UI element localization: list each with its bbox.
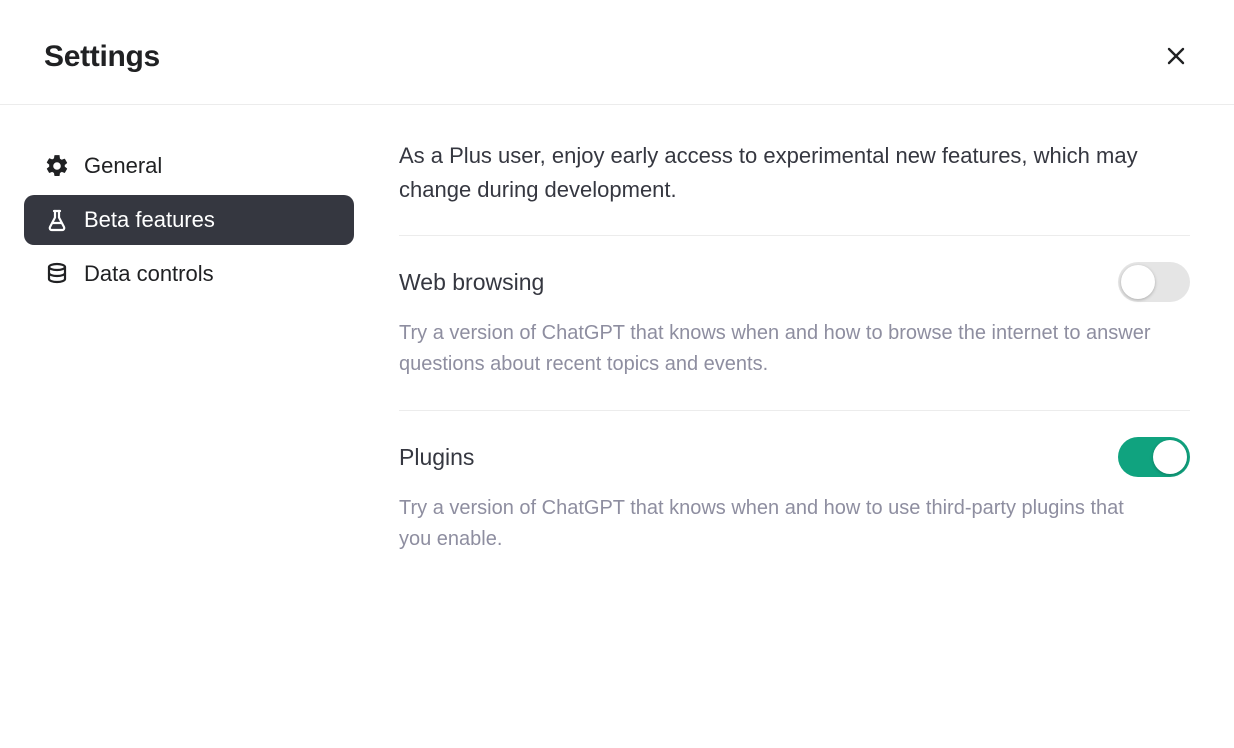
feature-header: Web browsing: [399, 262, 1190, 302]
toggle-knob: [1153, 440, 1187, 474]
sidebar-item-label: Beta features: [84, 207, 215, 233]
feature-title: Web browsing: [399, 269, 544, 296]
modal-header: Settings: [0, 0, 1234, 105]
feature-title: Plugins: [399, 444, 474, 471]
feature-description: Try a version of ChatGPT that knows when…: [399, 318, 1159, 380]
toggle-knob: [1121, 265, 1155, 299]
settings-content: As a Plus user, enjoy early access to ex…: [379, 135, 1190, 748]
sidebar-item-data-controls[interactable]: Data controls: [24, 249, 354, 299]
sidebar-item-label: Data controls: [84, 261, 214, 287]
feature-plugins: Plugins Try a version of ChatGPT that kn…: [399, 410, 1190, 585]
modal-title: Settings: [44, 40, 160, 74]
modal-body: General Beta features: [0, 105, 1234, 748]
sidebar-item-general[interactable]: General: [24, 141, 354, 191]
beta-intro-text: As a Plus user, enjoy early access to ex…: [399, 139, 1190, 235]
feature-header: Plugins: [399, 437, 1190, 477]
close-button[interactable]: [1162, 43, 1190, 71]
settings-sidebar: General Beta features: [24, 135, 379, 748]
settings-modal: Settings General: [0, 0, 1234, 748]
flask-icon: [44, 207, 70, 233]
feature-web-browsing: Web browsing Try a version of ChatGPT th…: [399, 235, 1190, 410]
sidebar-item-label: General: [84, 153, 162, 179]
feature-description: Try a version of ChatGPT that knows when…: [399, 493, 1159, 555]
web-browsing-toggle[interactable]: [1118, 262, 1190, 302]
close-icon: [1164, 44, 1188, 71]
gear-icon: [44, 153, 70, 179]
database-icon: [44, 261, 70, 287]
plugins-toggle[interactable]: [1118, 437, 1190, 477]
sidebar-item-beta-features[interactable]: Beta features: [24, 195, 354, 245]
